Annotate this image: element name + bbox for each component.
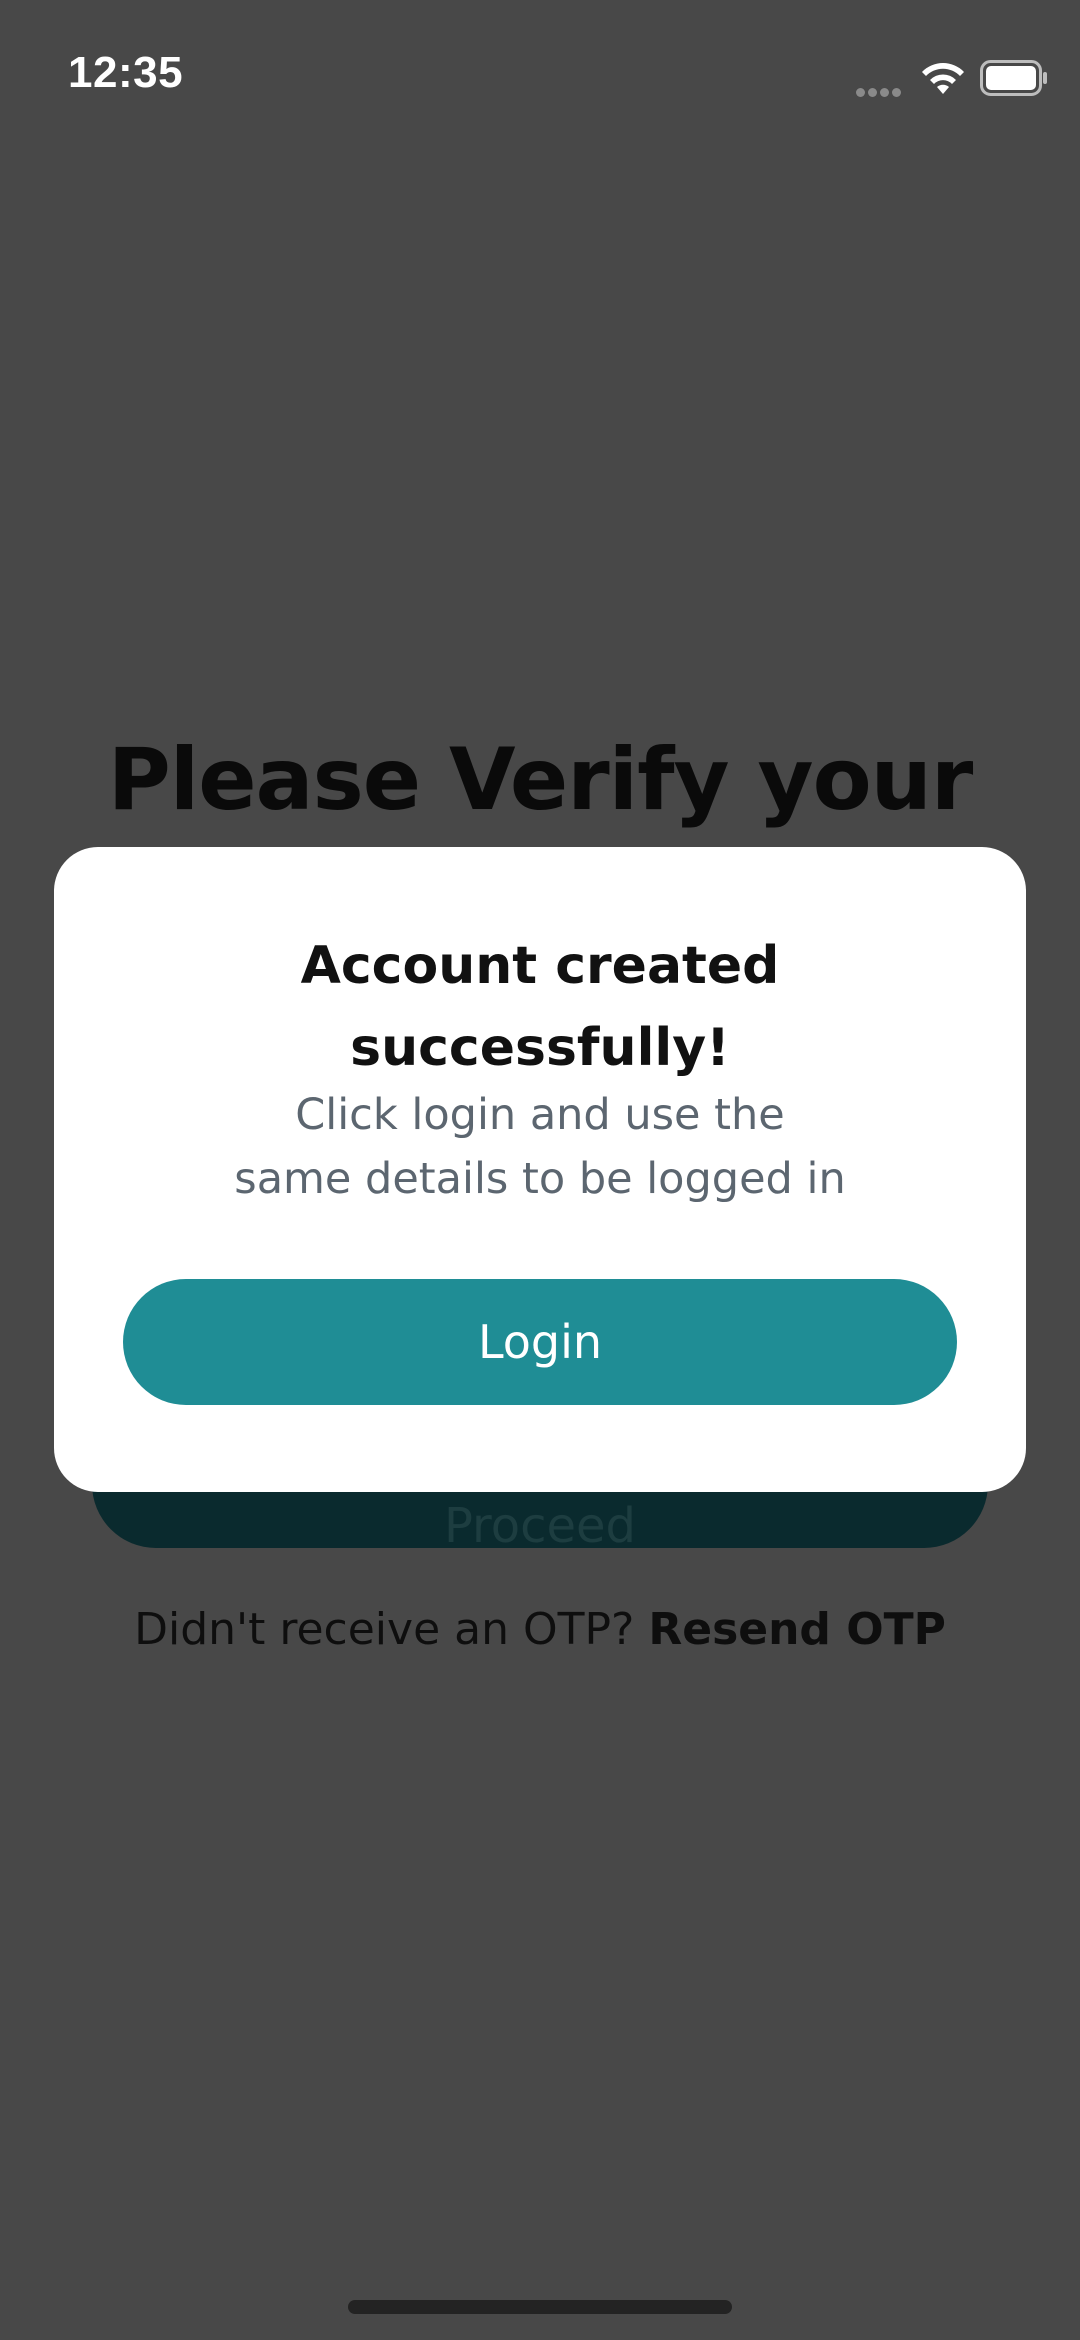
dialog-message-line1: Click login and use the (295, 1090, 785, 1140)
home-indicator[interactable] (348, 2300, 732, 2314)
resend-otp-row: Didn't receive an OTP? Resend OTP (0, 1604, 1080, 1655)
wifi-icon (922, 63, 964, 94)
dialog-title-line1: Account created (300, 936, 780, 996)
verify-title: Please Verify your (107, 730, 974, 830)
login-button[interactable]: Login (123, 1279, 957, 1405)
dialog-title-line2: successfully! (350, 1018, 730, 1078)
dialog-title: Account created successfully! (54, 925, 1026, 1089)
proceed-button-label: Proceed (443, 1498, 637, 1548)
dialog-message-line2: same details to be logged in (234, 1154, 846, 1204)
signal-icon (856, 82, 906, 97)
resend-prompt: Didn't receive an OTP? (134, 1604, 649, 1655)
success-dialog: Account created successfully! Click logi… (54, 847, 1026, 1492)
status-bar: 12:35 (0, 0, 1080, 150)
status-time: 12:35 (68, 48, 184, 97)
battery-icon (980, 60, 1047, 96)
app-screen: 12:35 Please Verify your Proceed Didn't … (0, 0, 1080, 2340)
resend-otp-link[interactable]: Resend OTP (648, 1604, 946, 1655)
dialog-message: Click login and use the same details to … (204, 1083, 876, 1211)
